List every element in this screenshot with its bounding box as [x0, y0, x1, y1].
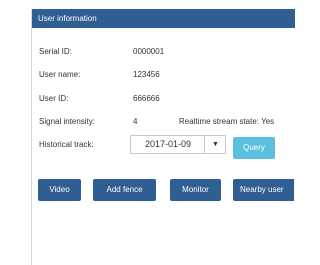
date-divider — [204, 136, 205, 153]
signal-intensity-label: Signal intensity: — [39, 117, 96, 126]
date-value: 2017-01-09 — [145, 139, 192, 149]
monitor-button[interactable]: Monitor — [170, 179, 221, 201]
add-fence-button[interactable]: Add fence — [93, 179, 156, 201]
user-id-label: User ID: — [39, 94, 69, 103]
user-name-value: 123456 — [133, 70, 160, 79]
date-select[interactable]: 2017-01-09 ▼ — [130, 135, 226, 154]
caret-down-icon[interactable]: ▼ — [212, 136, 219, 153]
serial-id-value: 0000001 — [133, 47, 165, 56]
user-id-value: 666666 — [133, 94, 160, 103]
historical-track-label: Historical track: — [39, 140, 94, 149]
realtime-stream-state: Realtime stream state: Yes — [179, 117, 275, 126]
signal-intensity-value: 4 — [133, 117, 138, 126]
query-button[interactable]: Query — [233, 137, 275, 159]
panel-title: User information — [32, 9, 295, 28]
serial-id-label: Serial ID: — [39, 47, 72, 56]
video-button[interactable]: Video — [38, 179, 81, 201]
nearby-user-button[interactable]: Nearby user — [233, 179, 294, 201]
user-name-label: User name: — [39, 70, 81, 79]
